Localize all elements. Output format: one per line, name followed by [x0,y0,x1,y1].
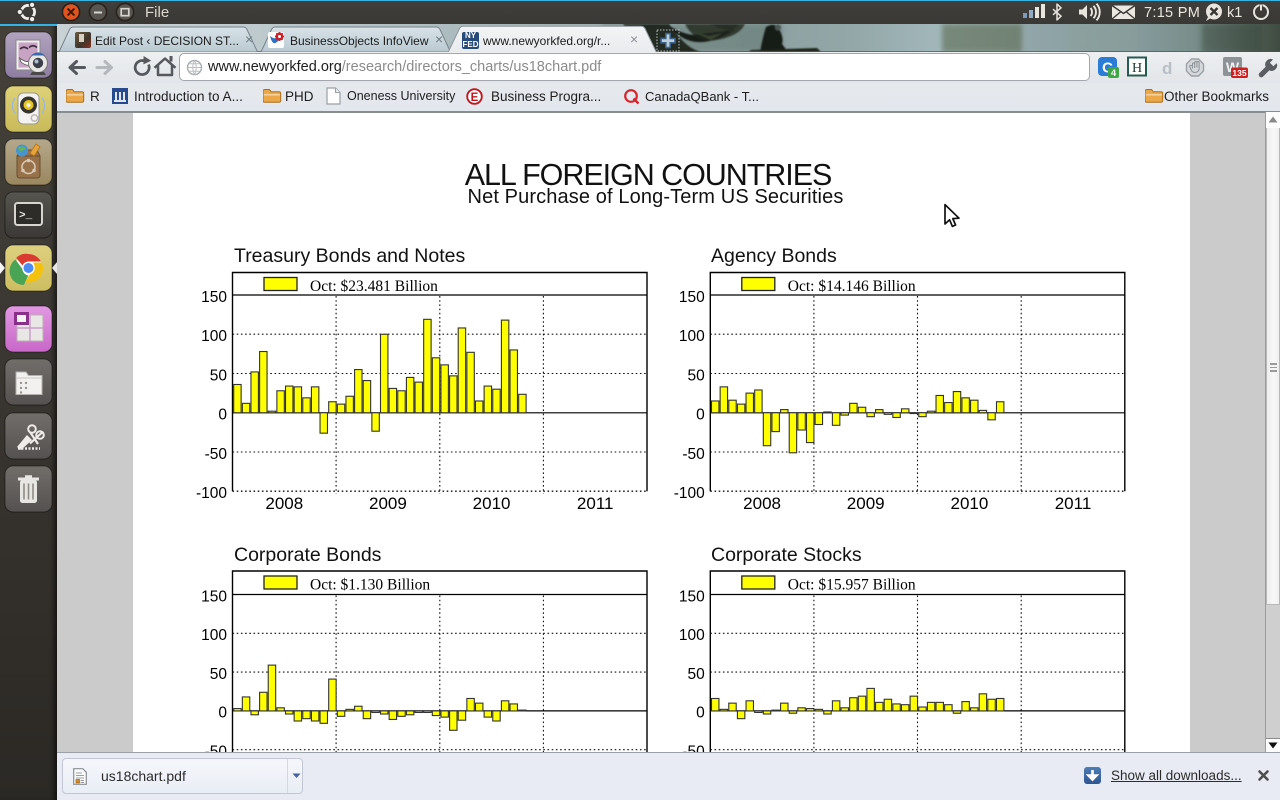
svg-text:150: 150 [679,289,705,306]
svg-text:150: 150 [201,289,227,306]
svg-text:100: 100 [679,627,705,644]
svg-text:0: 0 [696,407,705,424]
svg-text:2010: 2010 [950,494,988,513]
svg-text:-50: -50 [682,446,705,463]
svg-text:-100: -100 [196,485,227,502]
svg-text:-50: -50 [205,446,228,463]
svg-text:0: 0 [696,705,705,722]
svg-text:100: 100 [679,328,705,345]
svg-text:0: 0 [218,705,227,722]
svg-text:-100: -100 [674,485,705,502]
svg-text:50: 50 [688,367,706,384]
svg-text:50: 50 [688,666,706,683]
svg-text:100: 100 [201,328,227,345]
svg-text:Oct: $14.146 Billion: Oct: $14.146 Billion [788,278,916,295]
svg-text:2011: 2011 [1055,494,1092,513]
svg-text:Oct: $23.481 Billion: Oct: $23.481 Billion [310,278,438,295]
svg-text:2009: 2009 [847,494,885,513]
svg-text:100: 100 [201,627,227,644]
svg-text:2009: 2009 [369,494,407,513]
svg-text:150: 150 [679,588,705,605]
svg-text:Oct: $1.130 Billion: Oct: $1.130 Billion [310,577,430,594]
svg-text:50: 50 [210,367,228,384]
svg-text:150: 150 [201,588,227,605]
svg-text:2011: 2011 [577,494,614,513]
svg-text:2008: 2008 [265,494,303,513]
svg-text:2010: 2010 [473,494,511,513]
svg-text:50: 50 [210,666,228,683]
svg-text:0: 0 [218,407,227,424]
svg-text:Oct: $15.957 Billion: Oct: $15.957 Billion [788,577,916,594]
svg-text:2008: 2008 [743,494,781,513]
